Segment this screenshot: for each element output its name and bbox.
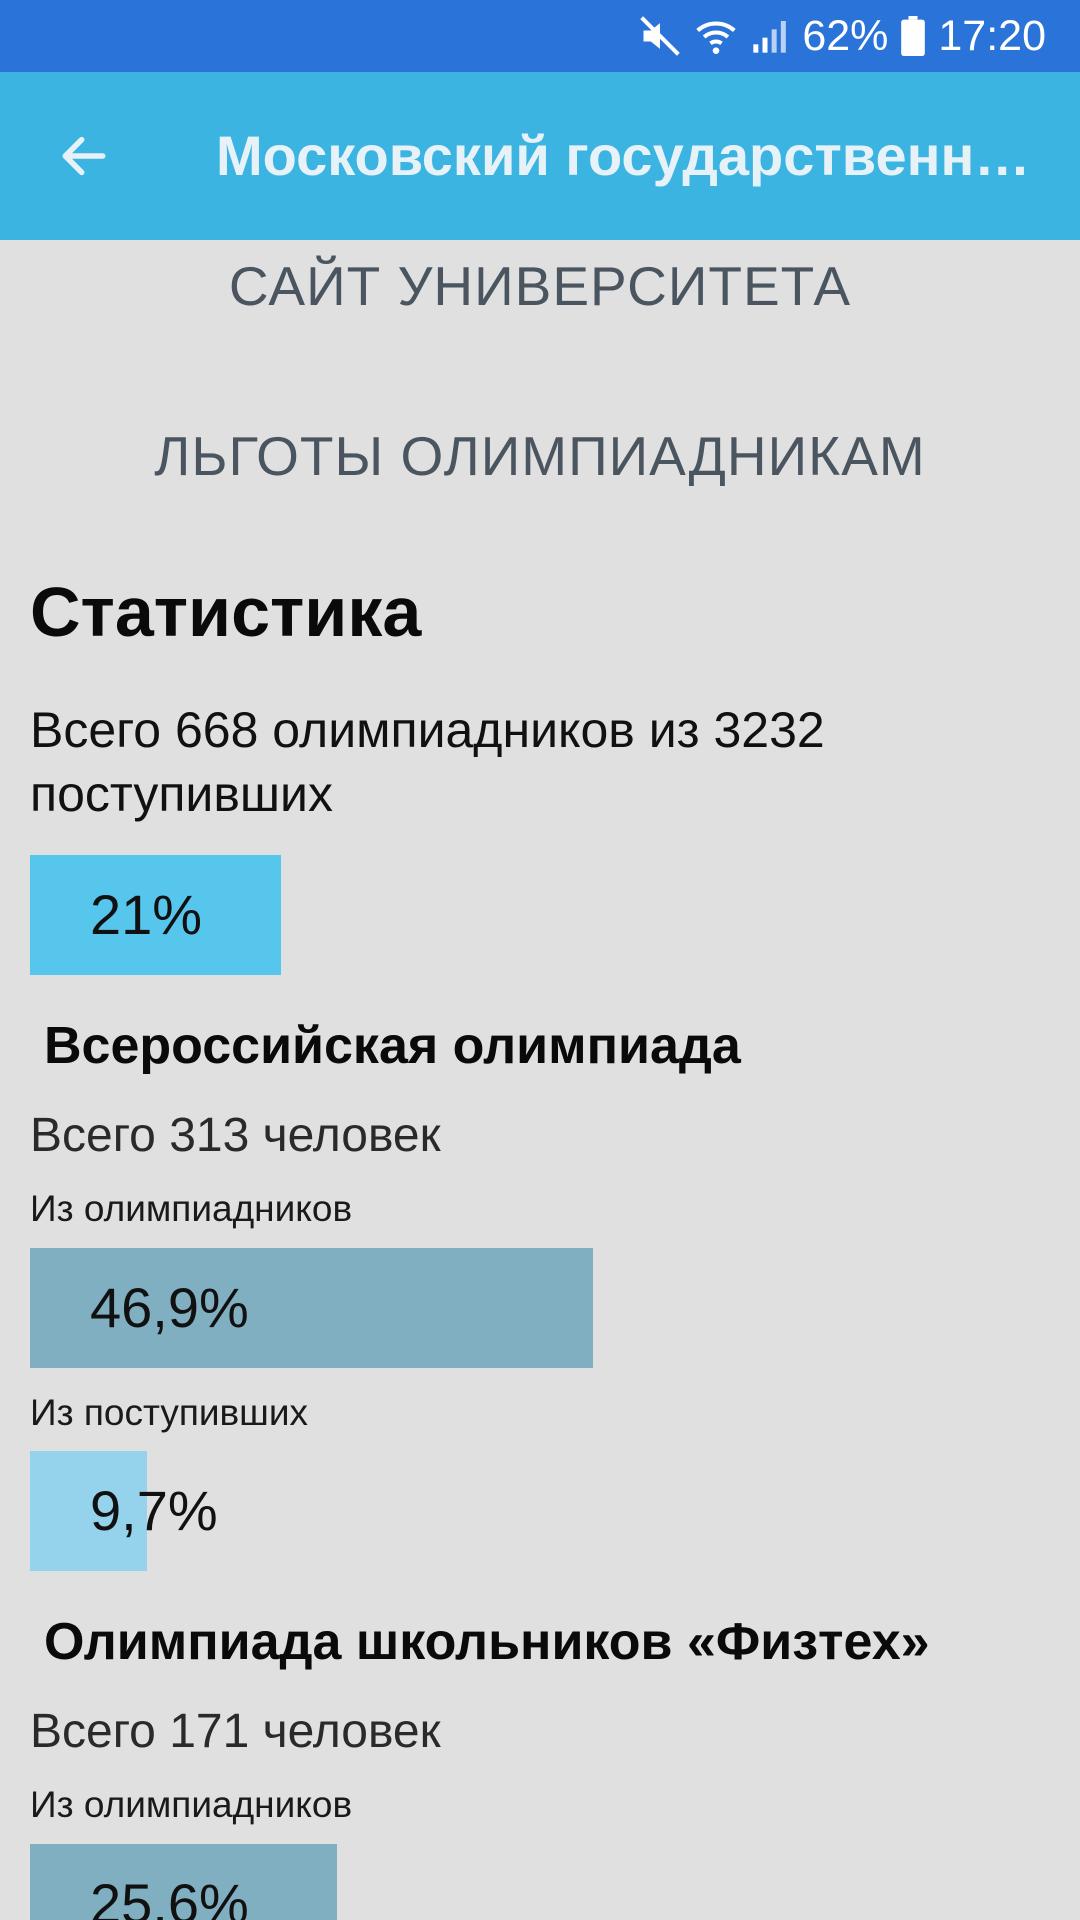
mute-icon (638, 14, 682, 58)
signal-icon (750, 16, 790, 56)
page-title: Московский государственный (216, 124, 1046, 187)
olympiad-benefits-button[interactable]: ЛЬГОТЫ ОЛИМПИАДНИКАМ (0, 424, 1080, 488)
section-title: Всероссийская олимпиада (44, 1017, 741, 1075)
status-time: 17:20 (938, 11, 1046, 60)
of-olympiad-label: Из олимпиадников (30, 1188, 353, 1229)
status-icons: 62% 17:20 (638, 0, 1046, 72)
app-bar: Московский государственный (0, 72, 1080, 240)
of-olympiad-percent-label: 46,9% (90, 1276, 249, 1339)
total-percent-bar: 21% (30, 855, 1030, 975)
section-people-count: Всего 313 человек (30, 1109, 441, 1162)
of-admitted-percent-label: 9,7% (90, 1479, 218, 1542)
of-olympiad-bar: 46,9% (30, 1248, 1030, 1368)
status-bar: 62% 17:20 (0, 0, 1080, 72)
statistics-heading: Статистика (30, 573, 422, 651)
university-site-button[interactable]: САЙТ УНИВЕРСИТЕТА (0, 254, 1080, 318)
of-admitted-bar: 9,7% (30, 1451, 1030, 1571)
battery-icon (900, 16, 926, 56)
back-button[interactable] (40, 112, 128, 200)
of-olympiad-label: Из олимпиадников (30, 1784, 353, 1825)
section-title: Олимпиада школьников «Физтех» (44, 1613, 930, 1671)
total-olympiad-text: Всего 668 олимпиадников из 3232 поступив… (30, 702, 825, 822)
of-admitted-label: Из поступивших (30, 1392, 309, 1433)
of-olympiad-percent-label: 25,6% (90, 1872, 249, 1920)
wifi-icon (694, 14, 738, 58)
arrow-left-icon (62, 136, 106, 176)
section-people-count: Всего 171 человек (30, 1705, 441, 1758)
of-olympiad-bar: 25,6% (30, 1844, 1030, 1920)
battery-percent: 62% (802, 11, 889, 60)
main-content: САЙТ УНИВЕРСИТЕТА ЛЬГОТЫ ОЛИМПИАДНИКАМ С… (0, 240, 1080, 1920)
total-percent-label: 21% (90, 883, 203, 946)
